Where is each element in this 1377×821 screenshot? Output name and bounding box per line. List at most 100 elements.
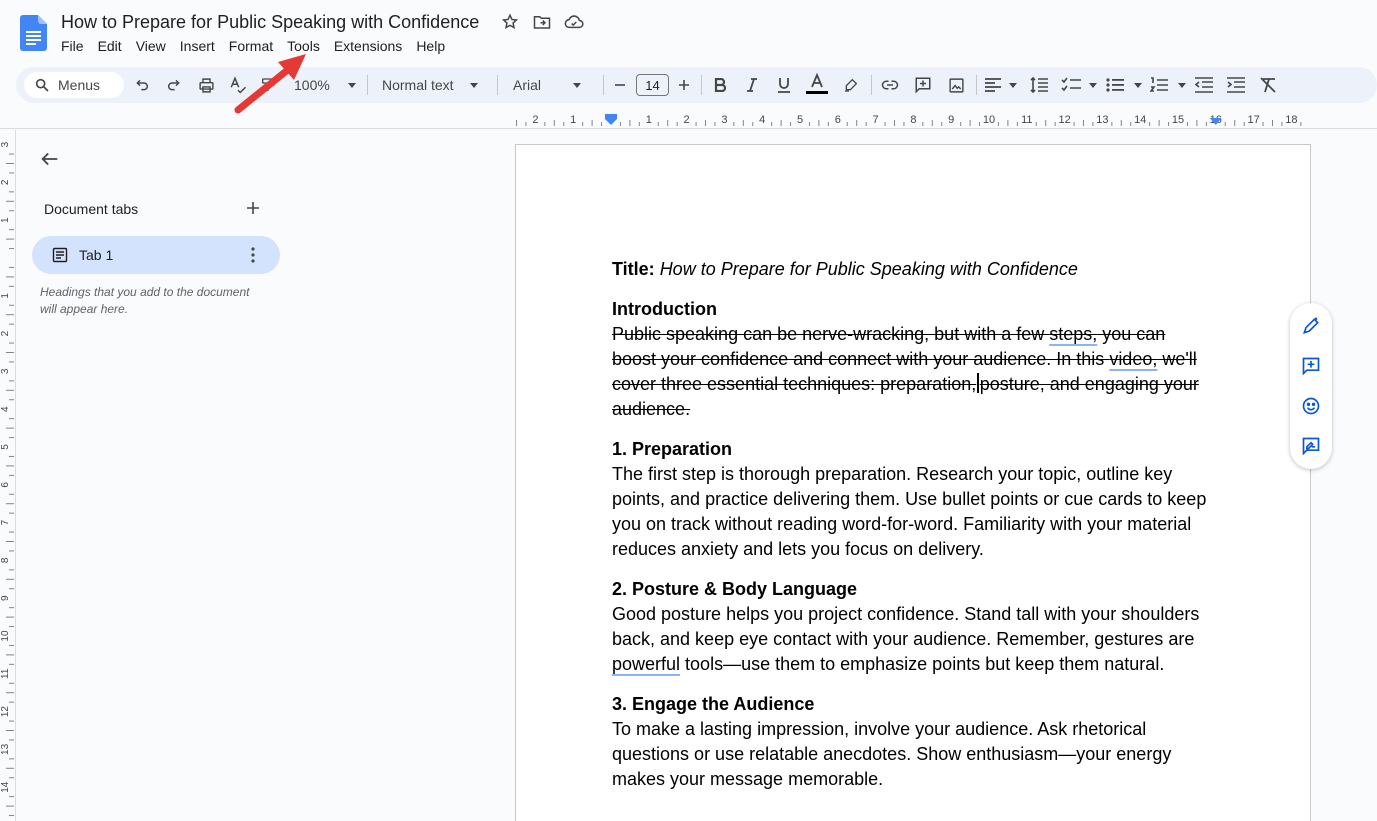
ruler-tick-label: 2 [0,330,11,336]
left-indent-marker[interactable] [605,114,617,125]
floating-side-toolbar [1290,303,1332,469]
decrease-font-size-button[interactable] [612,73,628,97]
insert-link-button[interactable] [880,73,900,97]
cloud-saved-icon[interactable] [564,12,584,32]
line-spacing-button[interactable] [1029,73,1049,97]
font-size-input[interactable]: 14 [636,74,669,96]
engage-section: 3. Engage the Audience To make a lasting… [612,692,1212,792]
ruler-tick-label: 11 [0,668,11,679]
title-actions [500,12,584,32]
insert-comment-button[interactable] [913,73,933,97]
add-tab-icon[interactable] [245,200,261,216]
link-icon [881,80,899,90]
more-options-icon[interactable] [246,246,260,264]
title-text: How to Prepare for Public Speaking with … [659,259,1078,279]
numbered-list-dropdown[interactable] [1150,73,1186,97]
menu-view[interactable]: View [129,38,173,54]
menu-extensions[interactable]: Extensions [327,38,409,54]
align-left-icon [985,78,1001,92]
undo-icon [136,79,148,91]
style-dropdown[interactable]: Normal text [382,77,478,93]
ruler-tick-label: 13 [0,743,11,755]
ai-edit-pen-icon[interactable] [1301,316,1321,336]
ruler-tick-label: 1 [570,114,576,126]
ruler-tick-label: 3 [721,114,727,126]
font-value: Arial [513,77,542,93]
ruler-tick-label: 1 [0,217,11,223]
document-tab-icon [52,247,68,263]
image-icon [948,77,964,93]
text-cursor [977,373,979,393]
back-arrow-icon[interactable] [39,148,61,170]
search-icon [35,78,49,92]
dropdown-arrow-icon [347,82,356,88]
menu-edit[interactable]: Edit [91,38,129,54]
clear-formatting-button[interactable] [1258,73,1278,97]
menu-insert[interactable]: Insert [173,38,222,54]
highlight-color-button[interactable] [842,73,860,97]
horizontal-ruler[interactable]: 21123456789101112131415161718 [516,112,1310,128]
search-menus-label: Menus [58,77,101,93]
add-comment-icon [915,77,931,94]
checklist-dropdown[interactable] [1061,73,1097,97]
menu-file[interactable]: File [54,38,91,54]
ruler-tick-label: 9 [0,595,11,601]
style-value: Normal text [382,77,454,93]
italic-button[interactable] [744,73,760,97]
search-menus-button[interactable]: Menus [24,72,124,98]
menu-help[interactable]: Help [409,38,452,54]
clear-formatting-icon [1260,77,1276,93]
ruler-tick-label: 3 [0,141,11,147]
undo-button[interactable] [132,73,152,97]
underline-button[interactable] [776,73,792,97]
ruler-tick-label: 18 [1285,114,1297,126]
increase-indent-button[interactable] [1226,73,1246,97]
introduction-heading: Introduction [612,299,717,319]
preparation-section: 1. Preparation The first step is thoroug… [612,437,1212,562]
document-body[interactable]: Title: How to Prepare for Public Speakin… [612,257,1212,807]
checklist-icon [1061,77,1081,92]
emoji-reaction-icon[interactable] [1301,396,1321,416]
tab-1-item[interactable] [32,236,280,274]
ruler-tick-label: 1 [0,293,11,299]
ruler-tick-label: 12 [0,706,11,718]
document-title[interactable]: How to Prepare for Public Speaking with … [61,12,479,33]
outline-hint: Headings that you add to the document wi… [40,285,250,316]
increase-font-size-button[interactable] [676,73,692,97]
spelling-suggestion[interactable]: steps, [1049,324,1097,344]
annotation-arrow-icon [234,54,306,114]
move-folder-icon[interactable] [532,12,552,32]
star-icon[interactable] [500,12,520,32]
bold-button[interactable] [712,73,728,97]
insert-image-button[interactable] [946,73,966,97]
posture-heading: 2. Posture & Body Language [612,579,858,599]
toolbar-divider [976,75,977,95]
title-line: Title: How to Prepare for Public Speakin… [612,257,1212,282]
ruler-tick-label: 6 [0,482,11,488]
print-button[interactable] [196,73,216,97]
spelling-suggestion[interactable]: powerful [612,654,680,674]
spelling-suggestion[interactable]: video, [1109,349,1157,369]
redo-button[interactable] [164,73,184,97]
ruler-tick-label: 15 [1172,114,1184,126]
preparation-text: The first step is thorough preparation. … [612,464,1207,559]
engage-text: To make a lasting impression, involve yo… [612,719,1172,789]
ruler-tick-label: 2 [684,114,690,126]
add-comment-icon[interactable] [1301,356,1321,376]
align-dropdown[interactable] [985,73,1017,97]
ruler-divider [0,128,1377,129]
bulleted-list-dropdown[interactable] [1106,73,1142,97]
minus-icon [615,84,625,86]
dropdown-arrow-icon [1009,82,1017,88]
ruler-tick-label: 8 [910,114,916,126]
font-dropdown[interactable]: Arial [513,77,582,93]
ruler-tick-label: 8 [0,557,11,563]
decrease-indent-button[interactable] [1194,73,1214,97]
docs-logo-icon[interactable] [20,15,47,51]
text-color-button[interactable] [806,72,828,96]
posture-section: 2. Posture & Body Language Good posture … [612,577,1212,677]
vertical-ruler[interactable]: 3211234567891011121314 [0,130,16,821]
ruler-tick-label: 1 [646,114,652,126]
suggest-edits-icon[interactable] [1301,436,1321,456]
ruler-tick-label: 2 [0,179,11,185]
